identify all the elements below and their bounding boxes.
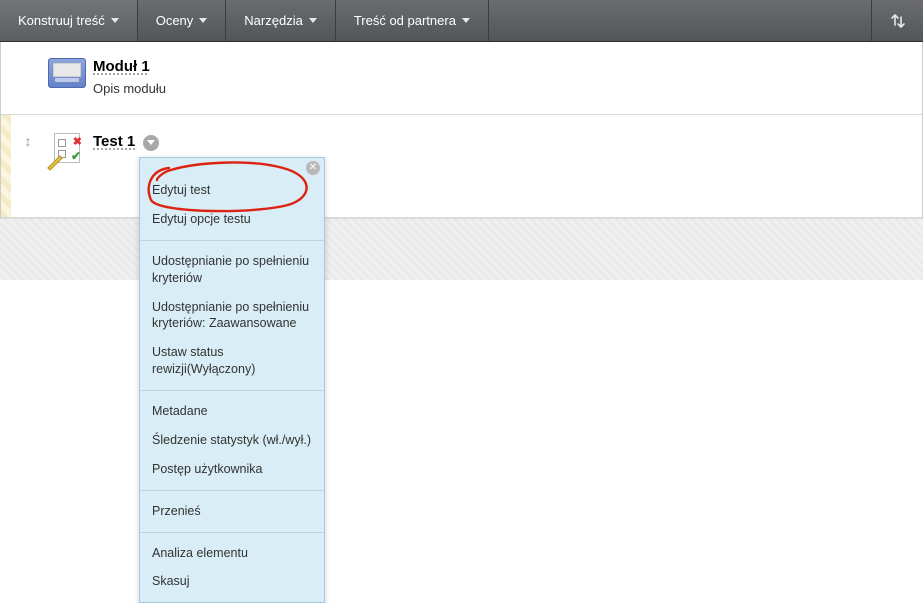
chevron-down-icon bbox=[309, 18, 317, 23]
module-icon bbox=[48, 58, 86, 88]
drag-column bbox=[21, 58, 35, 96]
nav-build-content[interactable]: Konstruuj treść bbox=[0, 0, 138, 41]
drag-column: ↕ bbox=[21, 133, 35, 167]
ctx-adaptive-release-advanced[interactable]: Udostępnianie po spełnieniu kryteriów: Z… bbox=[140, 293, 324, 339]
content-area: Moduł 1 Opis modułu ↕ ✖ ✔ Test 1 ✕ bbox=[0, 42, 923, 218]
item-options-toggle[interactable] bbox=[143, 135, 159, 151]
chevron-down-icon bbox=[147, 140, 155, 145]
ctx-review-status[interactable]: Ustaw status rewizji(Wyłączony) bbox=[140, 338, 324, 384]
chevron-down-icon bbox=[111, 18, 119, 23]
context-menu-group: Udostępnianie po spełnieniu kryteriów Ud… bbox=[140, 241, 324, 391]
module-description: Opis modułu bbox=[93, 81, 902, 96]
chevron-down-icon bbox=[199, 18, 207, 23]
module-title[interactable]: Moduł 1 bbox=[93, 58, 902, 75]
nav-label: Treść od partnera bbox=[354, 13, 456, 28]
test-item-row: ↕ ✖ ✔ Test 1 ✕ Edytuj test Edytuj opcje … bbox=[1, 115, 922, 218]
test-icon-col: ✖ ✔ bbox=[41, 133, 93, 167]
chevron-down-icon bbox=[462, 18, 470, 23]
ctx-delete[interactable]: Skasuj bbox=[140, 567, 324, 596]
ctx-edit-test[interactable]: Edytuj test bbox=[140, 176, 324, 205]
ctx-item-analysis[interactable]: Analiza elementu bbox=[140, 539, 324, 568]
context-menu-group: Analiza elementu Skasuj bbox=[140, 533, 324, 603]
nav-partner-content[interactable]: Treść od partnera bbox=[336, 0, 489, 41]
ctx-user-progress[interactable]: Postęp użytkownika bbox=[140, 455, 324, 484]
ctx-stats-tracking[interactable]: Śledzenie statystyk (wł./wył.) bbox=[140, 426, 324, 455]
close-icon[interactable]: ✕ bbox=[306, 161, 320, 175]
reorder-button[interactable] bbox=[871, 0, 923, 41]
context-menu-group: Edytuj test Edytuj opcje testu bbox=[140, 158, 324, 241]
top-nav: Konstruuj treść Oceny Narzędzia Treść od… bbox=[0, 0, 923, 42]
nav-tools[interactable]: Narzędzia bbox=[226, 0, 336, 41]
ctx-metadata[interactable]: Metadane bbox=[140, 397, 324, 426]
test-icon: ✖ ✔ bbox=[50, 133, 84, 167]
ctx-adaptive-release[interactable]: Udostępnianie po spełnieniu kryteriów bbox=[140, 247, 324, 293]
nav-label: Oceny bbox=[156, 13, 194, 28]
test-item-title[interactable]: Test 1 bbox=[93, 133, 135, 150]
nav-label: Konstruuj treść bbox=[18, 13, 105, 28]
ctx-edit-test-options[interactable]: Edytuj opcje testu bbox=[140, 205, 324, 234]
reorder-icon bbox=[890, 13, 906, 29]
drag-handle-icon[interactable]: ↕ bbox=[25, 133, 32, 149]
nav-grades[interactable]: Oceny bbox=[138, 0, 227, 41]
module-icon-col bbox=[41, 58, 93, 96]
context-menu-group: Metadane Śledzenie statystyk (wł./wył.) … bbox=[140, 391, 324, 491]
module-body: Moduł 1 Opis modułu bbox=[93, 58, 902, 96]
nav-spacer bbox=[489, 0, 871, 41]
context-menu: ✕ Edytuj test Edytuj opcje testu Udostęp… bbox=[139, 157, 325, 603]
module-row: Moduł 1 Opis modułu bbox=[1, 42, 922, 115]
test-item-body: Test 1 ✕ Edytuj test Edytuj opcje testu … bbox=[93, 133, 902, 167]
nav-label: Narzędzia bbox=[244, 13, 303, 28]
context-menu-group: Przenieś bbox=[140, 491, 324, 533]
ctx-move[interactable]: Przenieś bbox=[140, 497, 324, 526]
